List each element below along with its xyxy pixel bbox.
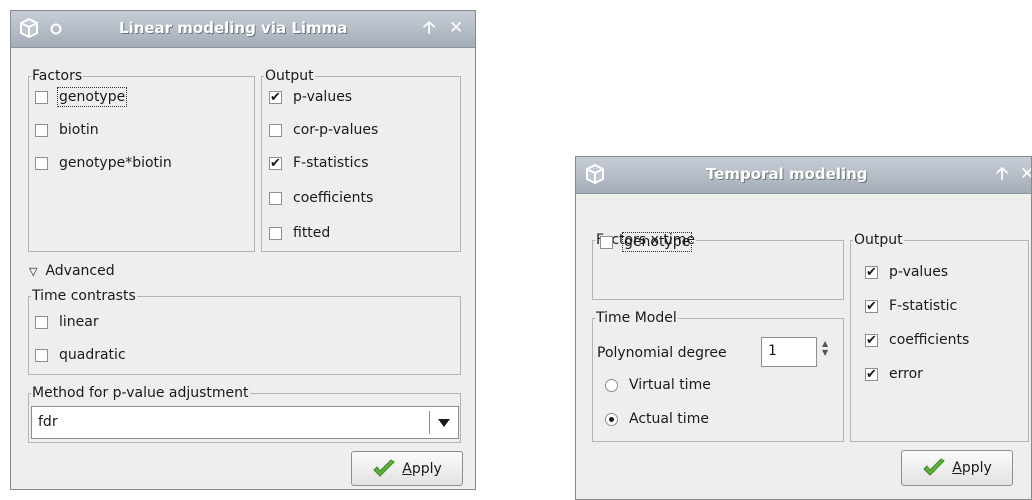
group-legend: Time contrasts	[32, 288, 136, 304]
actual-time-radio[interactable]: Actual time	[605, 409, 709, 429]
output-coefficients-checkbox[interactable]: coefficients	[269, 188, 373, 208]
radio-circle[interactable]	[605, 378, 618, 392]
output-error-checkbox[interactable]: ✔ error	[865, 364, 923, 384]
checkbox-box[interactable]: ✔	[865, 367, 878, 381]
expander-triangle-icon: ▽	[29, 264, 38, 278]
group-legend: Method for p-value adjustment	[32, 385, 249, 401]
factor-genotype-biotin-checkbox[interactable]: genotype*biotin	[35, 153, 172, 173]
shade-arrow-icon[interactable]: 🡡	[996, 163, 1008, 185]
button-label: Apply	[952, 460, 992, 476]
radio-label: Actual time	[629, 411, 709, 427]
checkbox-label: quadratic	[59, 347, 126, 363]
titlebar[interactable]: Temporal modeling 🡡 ✕	[576, 157, 1031, 194]
checkbox-box[interactable]	[35, 156, 48, 170]
checkbox-box[interactable]	[269, 191, 282, 205]
checkmark-icon	[373, 458, 396, 477]
factor-genotype-checkbox[interactable]: genotype	[600, 232, 693, 252]
output-f-statistic-checkbox[interactable]: ✔ F-statistic	[865, 296, 957, 316]
output-fitted-checkbox[interactable]: fitted	[269, 223, 330, 243]
checkbox-label: error	[889, 366, 923, 382]
checkbox-box[interactable]	[35, 348, 48, 362]
output-coefficients-checkbox[interactable]: ✔ coefficients	[865, 330, 969, 350]
method-select[interactable]: fdr	[31, 406, 459, 439]
expander-label: Advanced	[45, 263, 115, 279]
checkbox-label: p-values	[889, 264, 949, 280]
checkbox-label: coefficients	[293, 190, 374, 206]
checkbox-box[interactable]: ✔	[269, 90, 282, 104]
contrast-linear-checkbox[interactable]: linear	[35, 312, 99, 332]
checkbox-box[interactable]: ✔	[865, 299, 878, 313]
checkbox-label: fitted	[293, 225, 331, 241]
checkbox-label: genotype	[621, 232, 693, 252]
spin-arrows-icon[interactable]: ▲ ▼	[822, 339, 832, 365]
window-title: Temporal modeling	[706, 165, 868, 183]
virtual-time-radio[interactable]: Virtual time	[605, 375, 711, 395]
apply-button[interactable]: Apply	[351, 451, 463, 486]
checkbox-label: F-statistics	[293, 155, 369, 171]
checkbox-box[interactable]	[35, 123, 48, 137]
output-p-values-checkbox[interactable]: ✔ p-values	[865, 262, 948, 282]
checkbox-label: p-values	[293, 89, 353, 105]
checkbox-label: biotin	[59, 122, 99, 138]
checkbox-label: F-statistic	[889, 298, 958, 314]
checkbox-box[interactable]: ✔	[269, 156, 282, 170]
cube-icon[interactable]	[583, 162, 607, 186]
checkbox-label: coefficients	[889, 332, 970, 348]
shade-arrow-icon[interactable]: 🡡	[423, 17, 435, 39]
advanced-expander[interactable]: ▽ Advanced	[29, 261, 115, 281]
group-legend: Factors	[32, 68, 83, 84]
window-title: Linear modeling via Limma	[119, 19, 348, 37]
checkbox-box[interactable]	[35, 315, 48, 329]
checkbox-label: genotype	[56, 87, 128, 107]
button-label: Apply	[402, 460, 442, 477]
select-separator	[429, 411, 430, 434]
checkbox-box[interactable]: ✔	[865, 265, 878, 279]
select-value: fdr	[38, 414, 58, 430]
checkbox-label: linear	[59, 314, 99, 330]
linear-modeling-window: Linear modeling via Limma 🡡 ✕ Factors ge…	[10, 10, 476, 490]
checkbox-label: genotype*biotin	[59, 155, 172, 171]
contrast-quadratic-checkbox[interactable]: quadratic	[35, 345, 126, 365]
group-legend: Output	[854, 232, 903, 248]
titlebar[interactable]: Linear modeling via Limma 🡡 ✕	[11, 11, 475, 48]
spin-value: 1	[768, 343, 777, 359]
close-icon[interactable]: ✕	[1020, 163, 1031, 185]
polynomial-degree-spinbox[interactable]: 1	[761, 337, 817, 367]
checkbox-box[interactable]	[269, 123, 282, 137]
output-f-statistics-checkbox[interactable]: ✔ F-statistics	[269, 153, 369, 173]
output-cor-p-values-checkbox[interactable]: cor-p-values	[269, 120, 378, 140]
group-legend: Time Model	[596, 310, 677, 326]
checkbox-label: cor-p-values	[293, 122, 379, 138]
factor-genotype-checkbox[interactable]: genotype	[35, 87, 128, 107]
checkbox-box[interactable]	[269, 226, 282, 240]
apply-button[interactable]: Apply	[901, 450, 1013, 486]
checkmark-icon	[923, 458, 946, 476]
temporal-modeling-window: Temporal modeling 🡡 ✕ Factors x time gen…	[575, 156, 1032, 500]
close-icon[interactable]: ✕	[449, 17, 463, 39]
radio-label: Virtual time	[629, 377, 711, 393]
radio-circle[interactable]	[605, 412, 618, 426]
checkbox-box[interactable]: ✔	[865, 333, 878, 347]
sticky-circle-icon[interactable]	[49, 22, 63, 36]
checkbox-box[interactable]	[35, 90, 48, 104]
output-p-values-checkbox[interactable]: ✔ p-values	[269, 87, 352, 107]
group-legend: Output	[265, 68, 314, 84]
dropdown-arrow-icon[interactable]	[438, 419, 450, 427]
polynomial-degree-label: Polynomial degree	[597, 345, 727, 361]
cube-icon[interactable]	[17, 16, 41, 40]
checkbox-box[interactable]	[600, 235, 613, 249]
factor-biotin-checkbox[interactable]: biotin	[35, 120, 99, 140]
